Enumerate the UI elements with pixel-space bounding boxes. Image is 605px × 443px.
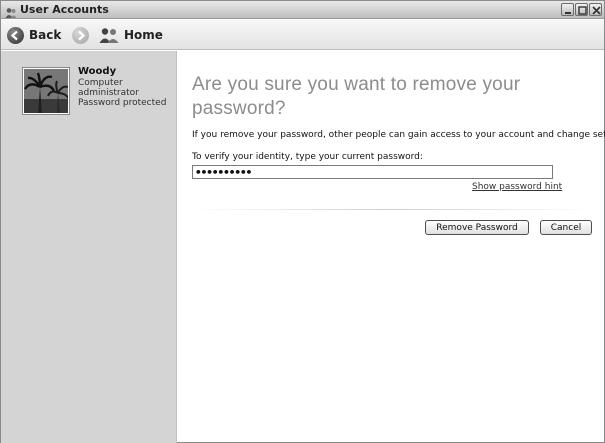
user-role-line1: Computer bbox=[78, 78, 123, 88]
home-label: Home bbox=[124, 28, 163, 42]
warning-text: If you remove your password, other peopl… bbox=[192, 130, 605, 140]
user-accounts-icon bbox=[5, 4, 17, 18]
password-prompt: To verify your identity, type your curre… bbox=[192, 152, 423, 162]
user-password-status: Password protected bbox=[78, 98, 167, 108]
window-title: User Accounts bbox=[20, 3, 109, 16]
home-button[interactable]: Home bbox=[99, 24, 163, 46]
title-bar[interactable]: User Accounts bbox=[1, 1, 604, 19]
user-role-line2: administrator bbox=[78, 88, 139, 98]
palm-tree-picture bbox=[24, 69, 68, 113]
divider bbox=[192, 209, 595, 210]
navigation-toolbar: Back Home bbox=[1, 20, 604, 50]
back-label: Back bbox=[29, 28, 62, 42]
close-button[interactable] bbox=[589, 3, 602, 16]
users-icon bbox=[99, 27, 119, 44]
user-accounts-window: User Accounts Back Home Woody Computer a… bbox=[0, 0, 605, 443]
user-info-pane: Woody Computer administrator Password pr… bbox=[1, 51, 177, 443]
back-arrow-icon bbox=[7, 26, 24, 44]
forward-arrow-icon bbox=[72, 26, 89, 44]
back-button[interactable]: Back bbox=[7, 24, 61, 46]
forward-button bbox=[72, 24, 89, 46]
page-title: Are you sure you want to remove your pas… bbox=[192, 74, 521, 119]
show-password-hint-link[interactable]: Show password hint bbox=[472, 182, 562, 192]
user-avatar bbox=[22, 67, 70, 115]
user-name: Woody bbox=[78, 66, 117, 77]
remove-password-button[interactable]: Remove Password bbox=[425, 220, 529, 235]
minimize-button[interactable] bbox=[561, 3, 574, 16]
cancel-button[interactable]: Cancel bbox=[540, 220, 592, 235]
maximize-button[interactable] bbox=[575, 3, 588, 16]
current-password-field[interactable] bbox=[192, 165, 553, 179]
